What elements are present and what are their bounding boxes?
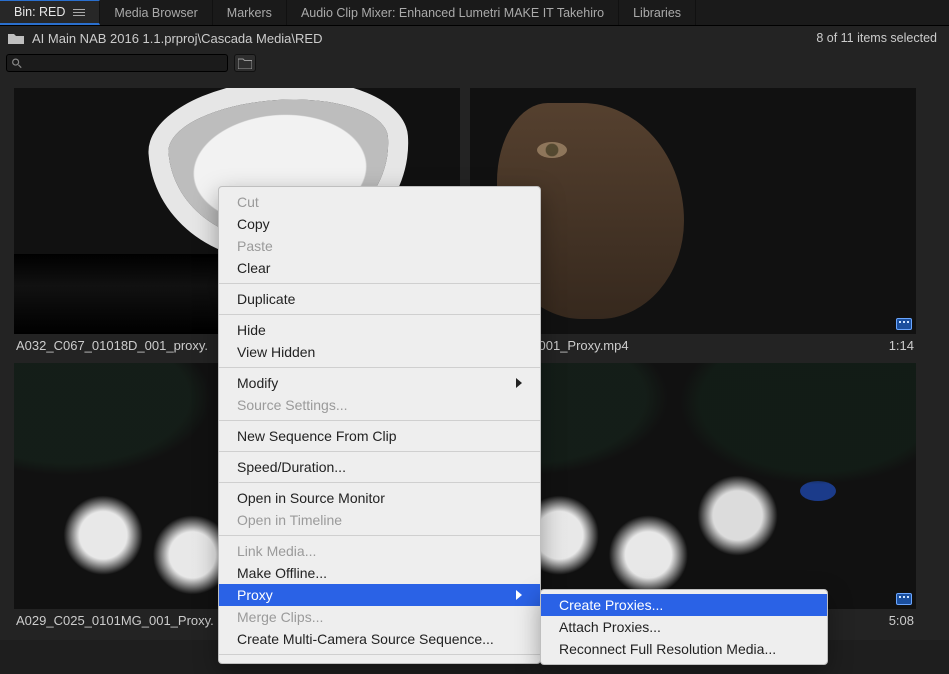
clip-name: A029_C025_0101MG_001_Proxy. <box>16 613 214 628</box>
menu-speed-duration[interactable]: Speed/Duration... <box>219 456 540 478</box>
proxy-submenu: Create Proxies... Attach Proxies... Reco… <box>540 589 828 665</box>
submenu-create-proxies[interactable]: Create Proxies... <box>541 594 827 616</box>
menu-modify[interactable]: Modify <box>219 372 540 394</box>
menu-separator <box>219 482 540 483</box>
clip-name: A032_C067_01018D_001_proxy. <box>16 338 208 353</box>
search-input[interactable] <box>6 54 228 72</box>
menu-paste: Paste <box>219 235 540 257</box>
menu-copy[interactable]: Copy <box>219 213 540 235</box>
menu-source-settings: Source Settings... <box>219 394 540 416</box>
tab-label: Markers <box>227 6 272 20</box>
menu-duplicate[interactable]: Duplicate <box>219 288 540 310</box>
menu-view-hidden[interactable]: View Hidden <box>219 341 540 363</box>
menu-hide[interactable]: Hide <box>219 319 540 341</box>
search-text[interactable] <box>26 56 223 70</box>
tab-media-browser[interactable]: Media Browser <box>100 0 212 25</box>
menu-open-source-monitor[interactable]: Open in Source Monitor <box>219 487 540 509</box>
menu-merge-clips: Merge Clips... <box>219 606 540 628</box>
folder-icon <box>238 58 252 69</box>
tab-label: Audio Clip Mixer: Enhanced Lumetri MAKE … <box>301 6 604 20</box>
submenu-arrow-icon <box>516 590 522 600</box>
selection-status: 8 of 11 items selected <box>816 31 941 45</box>
panel-menu-icon[interactable] <box>73 7 85 18</box>
proxy-badge-icon <box>896 593 912 605</box>
tab-libraries[interactable]: Libraries <box>619 0 696 25</box>
submenu-arrow-icon <box>516 378 522 388</box>
clip-duration: 1:14 <box>889 338 914 353</box>
menu-make-offline[interactable]: Make Offline... <box>219 562 540 584</box>
menu-separator <box>219 283 540 284</box>
menu-cut: Cut <box>219 191 540 213</box>
context-menu: Cut Copy Paste Clear Duplicate Hide View… <box>218 186 541 664</box>
submenu-attach-proxies[interactable]: Attach Proxies... <box>541 616 827 638</box>
breadcrumb-path[interactable]: AI Main NAB 2016 1.1.prproj\Cascada Medi… <box>32 31 322 46</box>
new-bin-button[interactable] <box>234 54 256 72</box>
menu-separator <box>219 420 540 421</box>
search-bar <box>0 50 949 76</box>
tab-bin-red[interactable]: Bin: RED <box>0 0 100 25</box>
menu-separator <box>219 367 540 368</box>
menu-link-media: Link Media... <box>219 540 540 562</box>
menu-separator <box>219 451 540 452</box>
tab-label: Media Browser <box>114 6 197 20</box>
menu-new-sequence-from-clip[interactable]: New Sequence From Clip <box>219 425 540 447</box>
breadcrumb-bar: AI Main NAB 2016 1.1.prproj\Cascada Medi… <box>0 26 949 50</box>
tab-label: Bin: RED <box>14 5 65 19</box>
submenu-reconnect-full-res[interactable]: Reconnect Full Resolution Media... <box>541 638 827 660</box>
menu-separator <box>219 314 540 315</box>
menu-open-timeline: Open in Timeline <box>219 509 540 531</box>
menu-proxy[interactable]: Proxy <box>219 584 540 606</box>
tab-label: Libraries <box>633 6 681 20</box>
menu-separator <box>219 535 540 536</box>
panel-tabbar: Bin: RED Media Browser Markers Audio Cli… <box>0 0 949 26</box>
search-icon <box>11 57 22 69</box>
menu-clear[interactable]: Clear <box>219 257 540 279</box>
tab-audio-clip-mixer[interactable]: Audio Clip Mixer: Enhanced Lumetri MAKE … <box>287 0 619 25</box>
tab-markers[interactable]: Markers <box>213 0 287 25</box>
menu-separator <box>219 654 540 655</box>
proxy-badge-icon <box>896 318 912 330</box>
menu-create-multicam[interactable]: Create Multi-Camera Source Sequence... <box>219 628 540 650</box>
clip-duration: 5:08 <box>889 613 914 628</box>
bin-icon <box>8 32 24 44</box>
